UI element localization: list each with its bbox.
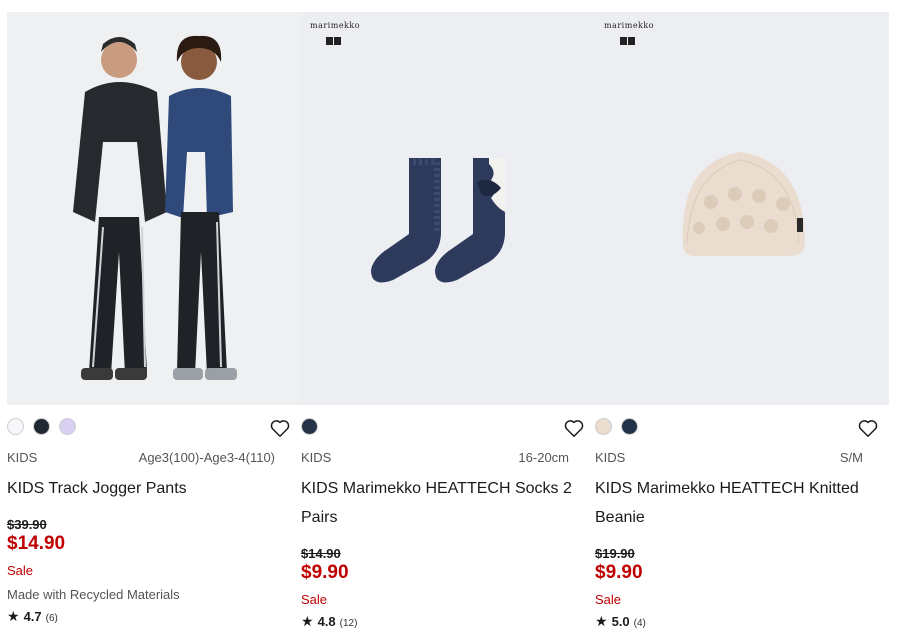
product-meta: KIDS S/M (595, 450, 863, 465)
product-name[interactable]: KIDS Marimekko HEATTECH Knitted Beanie (595, 474, 875, 532)
color-swatches (595, 418, 638, 435)
product-image[interactable]: marimekko (301, 12, 595, 405)
product-rating: ★ 4.8 (12) (301, 613, 581, 630)
sale-price: $9.90 (301, 562, 349, 583)
product-rating: ★ 5.0 (4) (595, 613, 875, 630)
product-category: KIDS (595, 450, 626, 465)
sale-label: Sale (301, 592, 328, 607)
price-block: $19.90 $9.90 Sale ★ 5.0 (4) (595, 547, 875, 630)
beanie-photo (682, 152, 805, 256)
sale-price: $14.90 (7, 533, 66, 554)
price-block: $14.90 $9.90 Sale ★ 4.8 (12) (301, 547, 581, 630)
product-category: KIDS (301, 450, 332, 465)
original-price: $14.90 (301, 546, 341, 561)
color-swatch[interactable] (7, 418, 24, 435)
product-category: KIDS (7, 450, 38, 465)
price-block: $39.90 $14.90 Sale Made with Recycled Ma… (7, 518, 287, 625)
star-icon: ★ (7, 608, 20, 624)
product-card[interactable]: marimekko KIDS S/M KIDS Marimekko HEATTE… (595, 12, 889, 632)
product-name[interactable]: KIDS Track Jogger Pants (7, 474, 287, 503)
heart-outline-icon[interactable] (269, 417, 291, 439)
product-meta: KIDS 16-20cm (301, 450, 569, 465)
rating-score: 4.7 (23, 609, 42, 624)
heart-outline-icon[interactable] (563, 417, 585, 439)
color-swatches (7, 418, 76, 435)
product-grid: KIDS Age3(100)-Age3-4(110) KIDS Track Jo… (7, 12, 889, 632)
product-name[interactable]: KIDS Marimekko HEATTECH Socks 2 Pairs (301, 474, 581, 532)
product-size: S/M (839, 450, 863, 465)
product-meta: KIDS Age3(100)-Age3-4(110) (7, 450, 275, 465)
product-size: 16-20cm (518, 450, 569, 465)
product-rating: ★ 4.7 (6) (7, 608, 287, 625)
review-count[interactable]: (6) (46, 613, 58, 624)
color-swatch[interactable] (301, 418, 318, 435)
rating-score: 4.8 (317, 614, 336, 629)
color-swatch[interactable] (595, 418, 612, 435)
sale-label: Sale (7, 563, 34, 578)
review-count[interactable]: (12) (340, 618, 358, 629)
color-swatch[interactable] (59, 418, 76, 435)
star-icon: ★ (301, 613, 314, 629)
star-icon: ★ (595, 613, 608, 629)
color-swatch[interactable] (621, 418, 638, 435)
sale-price: $9.90 (595, 562, 643, 583)
review-count[interactable]: (4) (634, 618, 646, 629)
color-swatch[interactable] (33, 418, 50, 435)
product-card[interactable]: KIDS Age3(100)-Age3-4(110) KIDS Track Jo… (7, 12, 301, 632)
socks-photo (371, 158, 505, 283)
heart-outline-icon[interactable] (857, 417, 879, 439)
color-swatches (301, 418, 318, 435)
product-image[interactable]: marimekko (595, 12, 889, 405)
original-price: $39.90 (7, 517, 47, 532)
product-image[interactable] (7, 12, 301, 405)
rating-score: 5.0 (611, 614, 630, 629)
product-size: Age3(100)-Age3-4(110) (138, 450, 275, 465)
sale-label: Sale (595, 592, 622, 607)
kids-track-pants-photo (7, 12, 301, 405)
product-note: Made with Recycled Materials (7, 587, 180, 602)
original-price: $19.90 (595, 546, 635, 561)
product-card[interactable]: marimekko KIDS 16-20cm KIDS Marimekko HE… (301, 12, 595, 632)
